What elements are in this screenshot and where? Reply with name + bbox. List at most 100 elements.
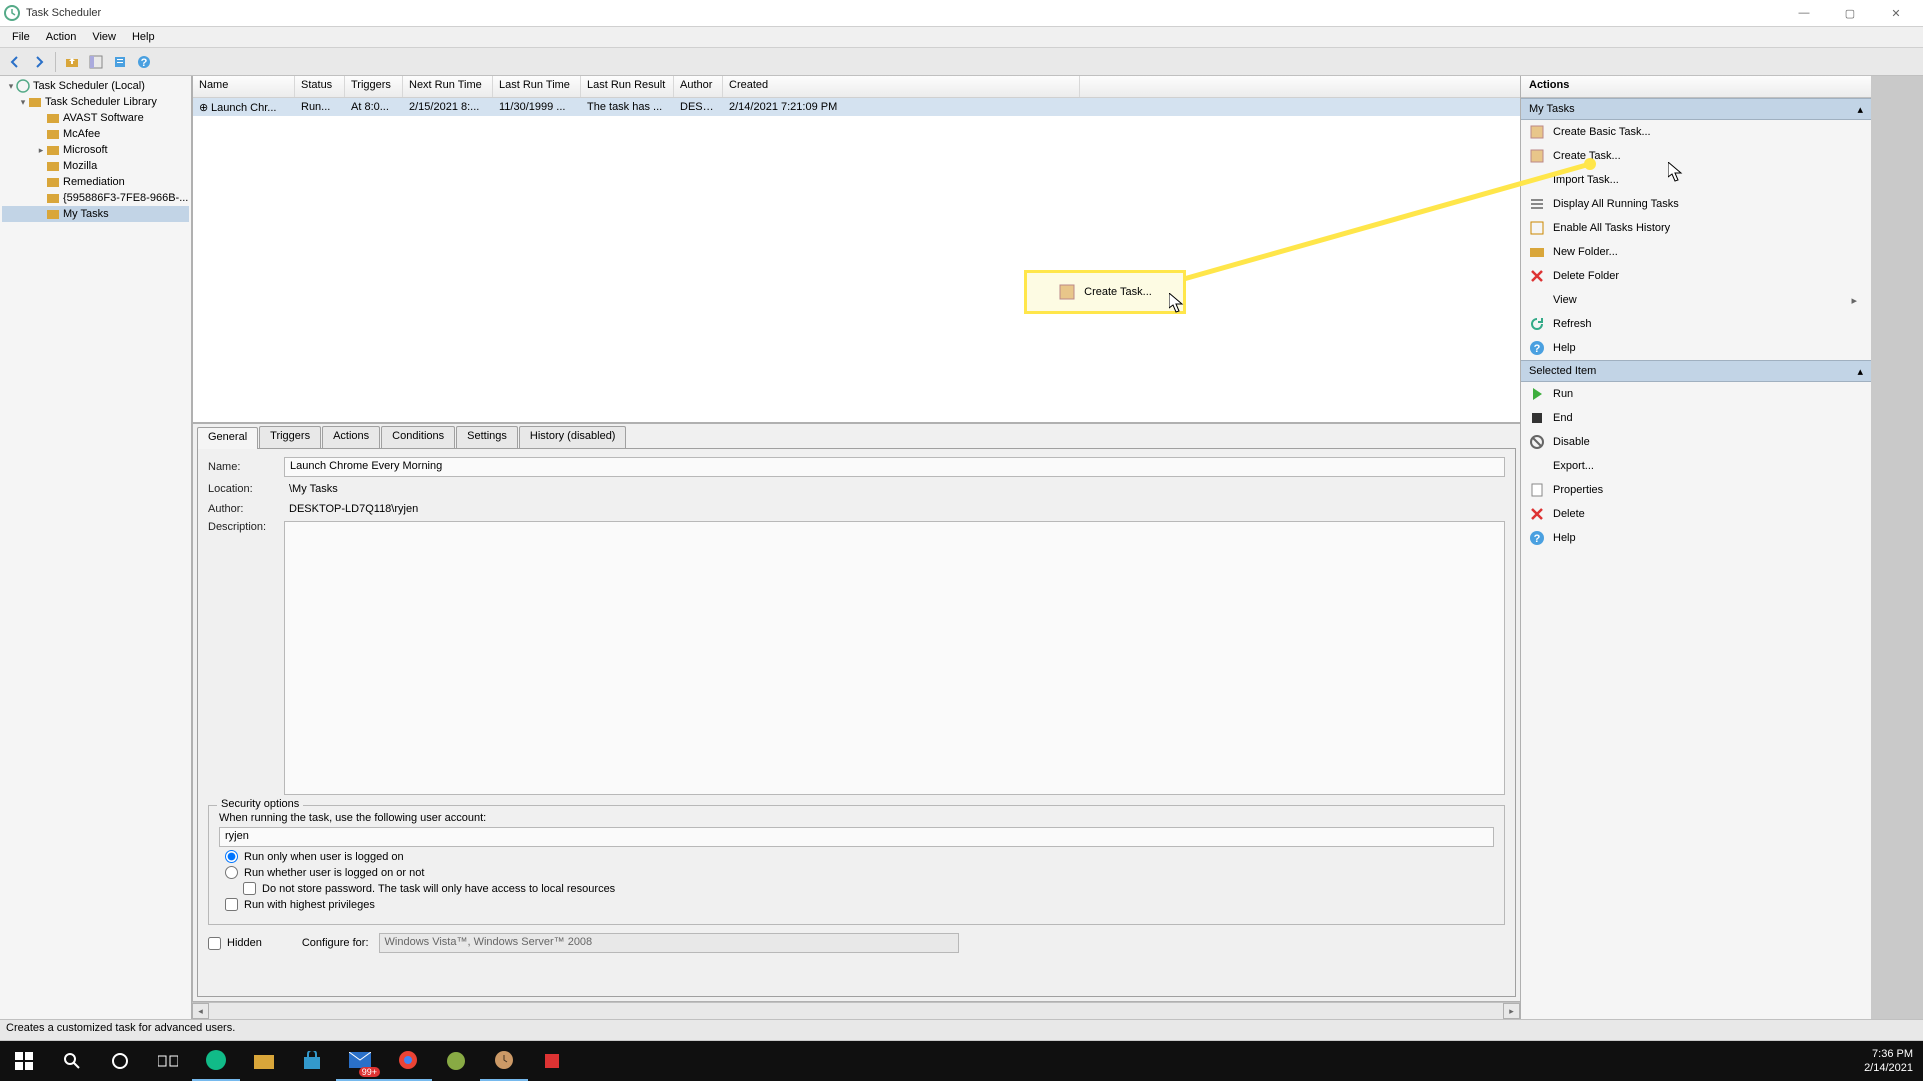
scroll-left-button[interactable]: ◂ [192, 1003, 209, 1019]
th-triggers[interactable]: Triggers [345, 76, 403, 97]
action-refresh[interactable]: Refresh [1521, 312, 1871, 336]
collapse-icon: ▴ [1857, 103, 1863, 116]
taskbar-clock-app[interactable] [480, 1041, 528, 1081]
taskbar-store[interactable] [288, 1041, 336, 1081]
th-author[interactable]: Author [674, 76, 723, 97]
actions-section-mytasks[interactable]: My Tasks▴ [1521, 98, 1871, 120]
chk-nostore[interactable]: Do not store password. The task will onl… [243, 882, 1494, 895]
menu-action[interactable]: Action [38, 27, 85, 48]
taskbar-edge[interactable] [192, 1041, 240, 1081]
view-icon [1529, 292, 1545, 308]
action-create-basic-task[interactable]: Create Basic Task... [1521, 120, 1871, 144]
th-status[interactable]: Status [295, 76, 345, 97]
action-label: Properties [1553, 484, 1603, 496]
tree-item-mcafee[interactable]: McAfee [2, 126, 189, 142]
folder-icon [1529, 244, 1545, 260]
action-delete-folder[interactable]: Delete Folder [1521, 264, 1871, 288]
tree-item-label: Microsoft [63, 144, 108, 156]
tab-history[interactable]: History (disabled) [519, 426, 627, 448]
taskview-button[interactable] [144, 1041, 192, 1081]
taskbar: 99+ 7:36 PM2/14/2021 [0, 1041, 1923, 1081]
taskbar-explorer[interactable] [240, 1041, 288, 1081]
th-name[interactable]: Name [193, 76, 295, 97]
tree-root[interactable]: ▾Task Scheduler (Local) [2, 78, 189, 94]
tab-conditions[interactable]: Conditions [381, 426, 455, 448]
system-clock[interactable]: 7:36 PM2/14/2021 [1854, 1047, 1923, 1075]
search-button[interactable] [48, 1041, 96, 1081]
help-button[interactable]: ? [133, 51, 155, 73]
tree-item-guid[interactable]: {595886F3-7FE8-966B-... [2, 190, 189, 206]
tab-settings[interactable]: Settings [456, 426, 518, 448]
action-label: Delete [1553, 508, 1585, 520]
user-account-label: When running the task, use the following… [219, 812, 1494, 824]
forward-button[interactable] [28, 51, 50, 73]
disable-icon [1529, 434, 1545, 450]
th-lastresult[interactable]: Last Run Result [581, 76, 674, 97]
name-field[interactable]: Launch Chrome Every Morning [284, 457, 1505, 477]
action-enable-history[interactable]: Enable All Tasks History [1521, 216, 1871, 240]
tab-general[interactable]: General [197, 427, 258, 449]
action-label: Help [1553, 532, 1576, 544]
scroll-right-button[interactable]: ▸ [1503, 1003, 1520, 1019]
author-value: DESKTOP-LD7Q118\ryjen [284, 501, 1505, 517]
action-help-2[interactable]: ? Help [1521, 526, 1871, 550]
tab-actions[interactable]: Actions [322, 426, 380, 448]
radio-whether[interactable]: Run whether user is logged on or not [225, 866, 1494, 879]
close-button[interactable]: ✕ [1873, 1, 1919, 26]
menu-help[interactable]: Help [124, 27, 163, 48]
tree-item-avast[interactable]: AVAST Software [2, 110, 189, 126]
taskbar-app2[interactable] [528, 1041, 576, 1081]
description-field[interactable] [284, 521, 1505, 795]
back-button[interactable] [4, 51, 26, 73]
action-export[interactable]: Export... [1521, 454, 1871, 478]
action-new-folder[interactable]: New Folder... [1521, 240, 1871, 264]
folder-icon [46, 191, 60, 205]
taskbar-app1[interactable] [432, 1041, 480, 1081]
tab-triggers[interactable]: Triggers [259, 426, 321, 448]
tree-library[interactable]: ▾Task Scheduler Library [2, 94, 189, 110]
tree-item-remediation[interactable]: Remediation [2, 174, 189, 190]
horizontal-scrollbar[interactable]: ◂ ▸ [192, 1002, 1520, 1019]
action-help[interactable]: ?Help [1521, 336, 1871, 360]
minimize-button[interactable]: — [1781, 1, 1827, 26]
action-view[interactable]: View [1521, 288, 1871, 312]
show-hide-tree-button[interactable] [85, 51, 107, 73]
action-properties[interactable]: Properties [1521, 478, 1871, 502]
maximize-button[interactable]: ▢ [1827, 1, 1873, 26]
action-label: Disable [1553, 436, 1590, 448]
taskbar-chrome[interactable] [384, 1041, 432, 1081]
up-folder-button[interactable] [61, 51, 83, 73]
action-create-task[interactable]: Create Task... [1521, 144, 1871, 168]
action-disable[interactable]: Disable [1521, 430, 1871, 454]
svg-text:?: ? [1534, 343, 1541, 355]
th-lastrun[interactable]: Last Run Time [493, 76, 581, 97]
chk-highest-label: Run with highest privileges [244, 899, 375, 911]
start-button[interactable] [0, 1041, 48, 1081]
properties-button[interactable] [109, 51, 131, 73]
actions-section-selected[interactable]: Selected Item▴ [1521, 360, 1871, 382]
action-delete[interactable]: Delete [1521, 502, 1871, 526]
chk-hidden[interactable]: Hidden [208, 937, 262, 950]
tree-item-mozilla[interactable]: Mozilla [2, 158, 189, 174]
th-created[interactable]: Created [723, 76, 1080, 97]
action-end[interactable]: End [1521, 406, 1871, 430]
cortana-button[interactable] [96, 1041, 144, 1081]
clock-date: 2/14/2021 [1864, 1061, 1913, 1075]
menu-view[interactable]: View [84, 27, 124, 48]
action-run[interactable]: Run [1521, 382, 1871, 406]
taskbar-mail[interactable]: 99+ [336, 1041, 384, 1081]
svg-text:?: ? [1534, 533, 1541, 545]
action-import-task[interactable]: Import Task... [1521, 168, 1871, 192]
configure-dropdown[interactable]: Windows Vista™, Windows Server™ 2008 [379, 933, 959, 953]
radio-logged-on[interactable]: Run only when user is logged on [225, 850, 1494, 863]
task-row[interactable]: ⊕Launch Chr... Run... At 8:0... 2/15/202… [193, 98, 1520, 116]
location-value: \My Tasks [284, 481, 1505, 497]
tree-item-mytasks[interactable]: My Tasks [2, 206, 189, 222]
action-display-running[interactable]: Display All Running Tasks [1521, 192, 1871, 216]
tree-item-microsoft[interactable]: ▸Microsoft [2, 142, 189, 158]
svg-text:?: ? [141, 57, 148, 69]
chk-highest[interactable]: Run with highest privileges [225, 898, 1494, 911]
td-lastrun: 11/30/1999 ... [493, 100, 581, 114]
th-nextrun[interactable]: Next Run Time [403, 76, 493, 97]
menu-file[interactable]: File [4, 27, 38, 48]
